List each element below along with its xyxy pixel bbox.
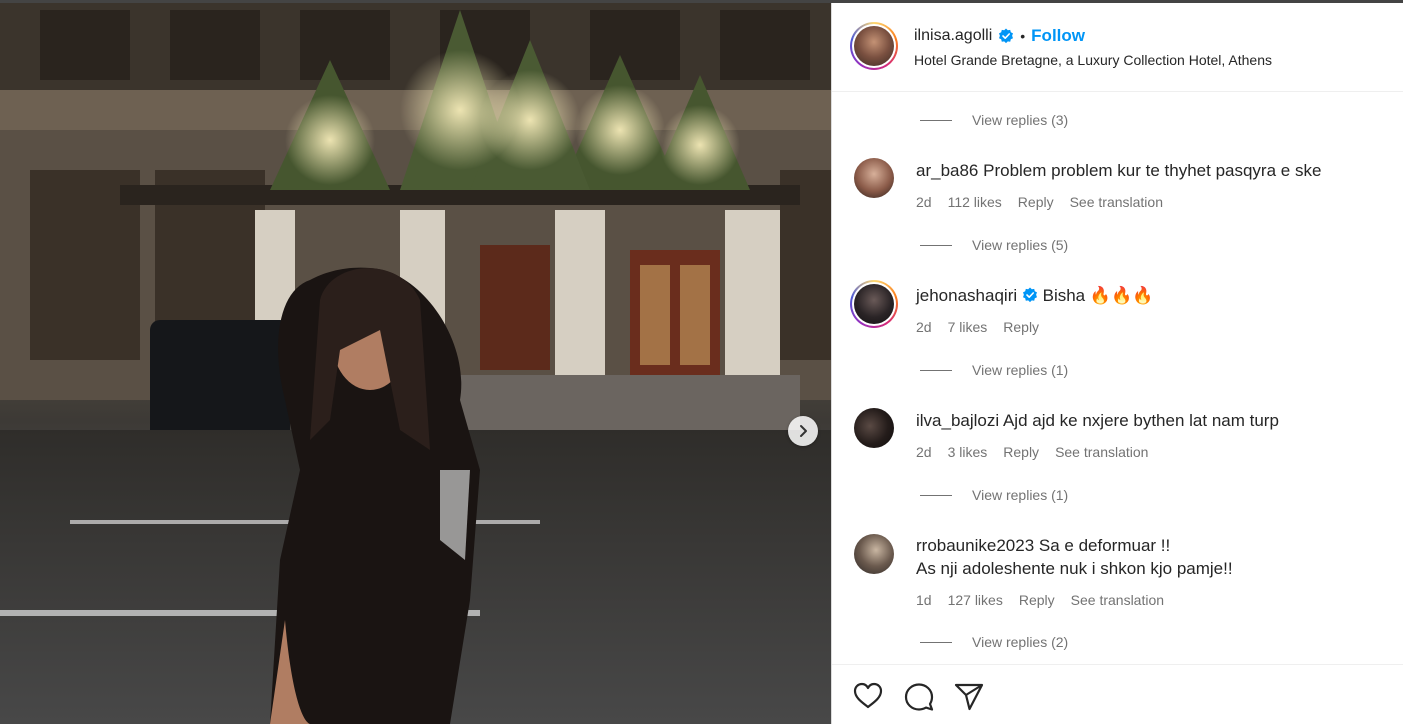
post-author-row: ilnisa.agolli • Follow: [914, 26, 1085, 46]
replies-divider-line: [920, 494, 952, 496]
replies-divider-line: [920, 244, 952, 246]
view-replies-label: View replies (1): [972, 487, 1069, 503]
see-translation-button[interactable]: See translation: [1071, 592, 1164, 608]
post-header: ilnisa.agolli • Follow Hotel Grande Bret…: [832, 0, 1403, 92]
comment-meta: 2d 7 likes Reply: [916, 319, 1039, 335]
comment-meta: 2d 112 likes Reply See translation: [916, 194, 1163, 210]
reply-button[interactable]: Reply: [1003, 444, 1039, 460]
replies-divider-line: [920, 119, 952, 121]
view-replies-button[interactable]: View replies (1): [920, 362, 1068, 378]
reply-button[interactable]: Reply: [1018, 194, 1054, 210]
verified-badge-icon: [1022, 287, 1037, 303]
view-replies-button[interactable]: View replies (1): [920, 487, 1068, 503]
comment-body: Problem problem kur te thyhet pasqyra e …: [983, 161, 1322, 180]
comment-text-row: ar_ba86 Problem problem kur te thyhet pa…: [916, 159, 1321, 182]
comment-meta: 2d 3 likes Reply See translation: [916, 444, 1148, 460]
comment-likes[interactable]: 127 likes: [948, 592, 1003, 608]
comment-text-row: rrobaunike2023 Sa e deformuar !! As nji …: [916, 534, 1233, 580]
comment-likes[interactable]: 112 likes: [948, 194, 1002, 210]
post-photo[interactable]: [0, 0, 831, 724]
comment-meta: 1d 127 likes Reply See translation: [916, 592, 1164, 608]
comment-body: Ajd ajd ke nxjere bythen lat nam turp: [1002, 411, 1279, 430]
replies-divider-line: [920, 369, 952, 371]
window-top-bar: [0, 0, 1403, 3]
chevron-right-icon: [800, 425, 807, 437]
view-replies-label: View replies (1): [972, 362, 1069, 378]
view-replies-label: View replies (2): [972, 634, 1069, 650]
post-action-bar: [832, 664, 1403, 724]
heart-icon[interactable]: [853, 682, 883, 710]
reply-button[interactable]: Reply: [1019, 592, 1055, 608]
see-translation-button[interactable]: See translation: [1055, 444, 1148, 460]
follow-button[interactable]: Follow: [1031, 26, 1085, 46]
post-author-username[interactable]: ilnisa.agolli: [914, 27, 992, 45]
see-translation-button[interactable]: See translation: [1070, 194, 1163, 210]
comment-likes[interactable]: 3 likes: [948, 444, 988, 460]
photo-illustration: [0, 0, 831, 724]
comment-body-line-2: As nji adoleshente nuk i shkon kjo pamje…: [916, 559, 1233, 578]
post-location[interactable]: Hotel Grande Bretagne, a Luxury Collecti…: [914, 52, 1272, 68]
comment-text-row: ilva_bajlozi Ajd ajd ke nxjere bythen la…: [916, 409, 1279, 432]
share-icon[interactable]: [954, 682, 984, 712]
comment-author[interactable]: rrobaunike2023: [916, 536, 1034, 555]
comment-time[interactable]: 2d: [916, 194, 932, 210]
view-replies-label: View replies (5): [972, 237, 1069, 253]
next-image-button[interactable]: [788, 416, 818, 446]
comment-avatar[interactable]: [850, 280, 898, 328]
view-replies-button[interactable]: View replies (2): [920, 634, 1068, 650]
verified-badge-icon: [999, 28, 1014, 44]
comment-avatar[interactable]: [854, 534, 894, 574]
view-replies-button[interactable]: View replies (3): [920, 112, 1068, 128]
comment-time[interactable]: 2d: [916, 319, 932, 335]
comment-body: Sa e deformuar !!: [1038, 536, 1171, 555]
comment-time[interactable]: 1d: [916, 592, 932, 608]
comment-avatar[interactable]: [854, 408, 894, 448]
comment-text-row: jehonashaqiri Bisha 🔥🔥🔥: [916, 284, 1153, 307]
comment-body: Bisha 🔥🔥🔥: [1042, 286, 1154, 305]
replies-divider-line: [920, 641, 952, 643]
comment-author[interactable]: ar_ba86: [916, 161, 978, 180]
comment-author[interactable]: ilva_bajlozi: [916, 411, 999, 430]
reply-button[interactable]: Reply: [1003, 319, 1039, 335]
comment-time[interactable]: 2d: [916, 444, 932, 460]
comment-author[interactable]: jehonashaqiri: [916, 286, 1017, 305]
view-replies-button[interactable]: View replies (5): [920, 237, 1068, 253]
comment-icon[interactable]: [904, 682, 934, 712]
comment-likes[interactable]: 7 likes: [948, 319, 988, 335]
comment-avatar[interactable]: [854, 158, 894, 198]
separator-dot: •: [1020, 28, 1026, 44]
comments-panel: ilnisa.agolli • Follow Hotel Grande Bret…: [831, 0, 1403, 724]
view-replies-label: View replies (3): [972, 112, 1069, 128]
post-author-avatar[interactable]: [850, 22, 898, 70]
